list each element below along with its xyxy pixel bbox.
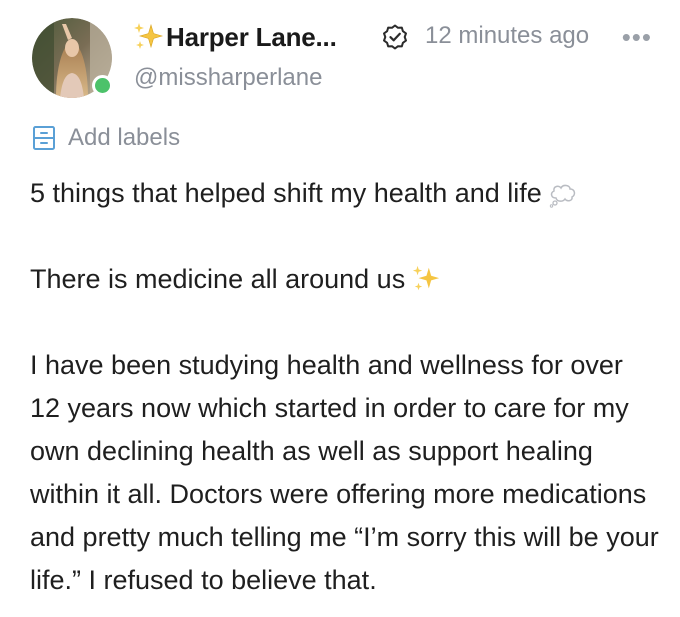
post-line-2: There is medicine all around us [30,258,660,301]
add-labels-text: Add labels [68,124,181,151]
post-body: 5 things that helped shift my health and… [30,172,660,602]
name-row[interactable]: Harper Lane... [132,18,337,56]
label-drawer-icon [33,126,55,150]
header-info: Harper Lane... 12 minutes ago ••• @missh… [132,18,656,98]
avatar-container[interactable] [32,18,113,98]
ellipsis-icon[interactable]: ••• [622,24,652,50]
thought-bubble-icon [549,184,576,208]
post-timestamp[interactable]: 12 minutes ago [425,22,589,50]
sparkles-icon [413,265,440,291]
verified-badge-icon [383,24,407,50]
post-line-1-text: 5 things that helped shift my health and… [30,178,542,208]
display-name[interactable]: Harper Lane... [166,22,337,53]
user-handle[interactable]: @missharperlane [134,64,322,92]
online-status-dot [92,75,113,96]
sparkles-icon [134,23,164,49]
post-paragraph: I have been studying health and wellness… [30,350,659,595]
add-labels-button[interactable]: Add labels [32,122,180,154]
post-line-2-text: There is medicine all around us [30,264,406,294]
post-line-1: 5 things that helped shift my health and… [30,172,660,215]
